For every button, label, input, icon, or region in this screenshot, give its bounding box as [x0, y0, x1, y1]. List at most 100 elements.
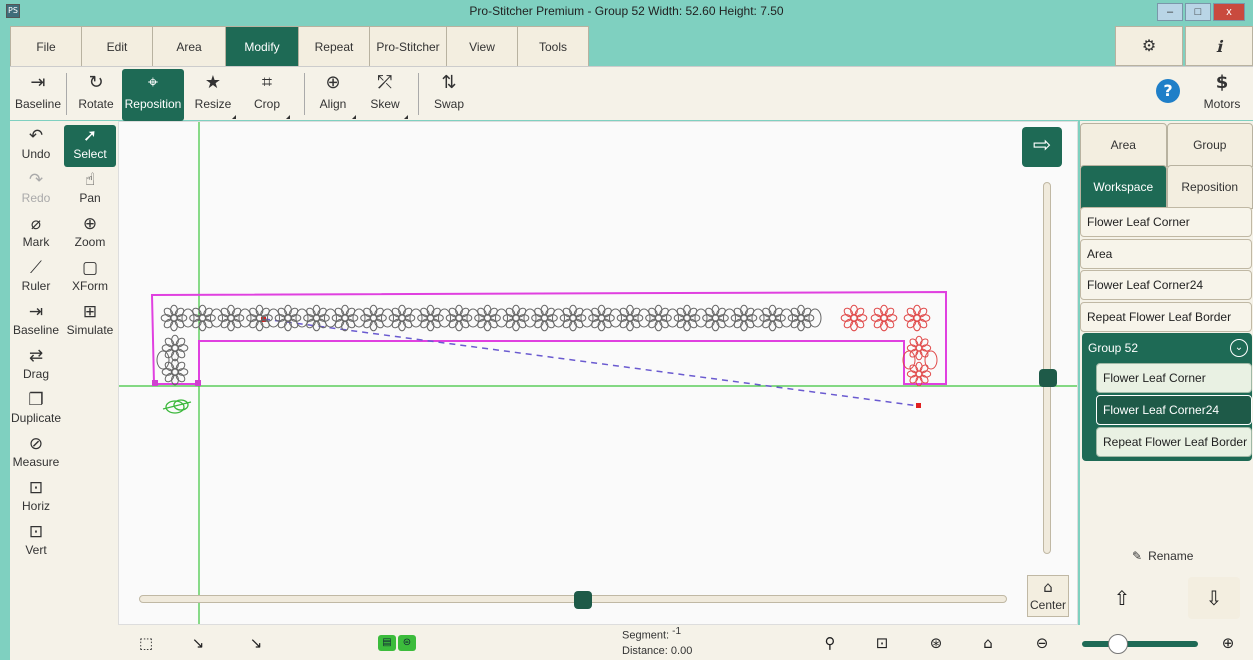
home-icon[interactable]: ⌂ — [974, 631, 1002, 657]
swap-button[interactable]: ⇅ Swap — [424, 69, 474, 121]
leaf-motif — [666, 308, 679, 328]
vertical-slider[interactable] — [1043, 182, 1051, 554]
list-item[interactable]: Flower Leaf Corner24 — [1080, 270, 1252, 300]
stitch-icon: ▤ — [378, 635, 396, 651]
zoom-in-icon[interactable]: ⊕ — [1214, 631, 1242, 657]
center-button[interactable]: ⌂ Center — [1027, 575, 1069, 617]
vertical-slider-thumb[interactable] — [1039, 369, 1057, 387]
tab-area[interactable]: Area — [152, 26, 226, 66]
expand-arrow-button[interactable]: ⇨ — [1022, 127, 1062, 167]
flower-motif — [161, 334, 189, 362]
baseline-button[interactable]: ⇥ Baseline — [14, 69, 62, 121]
stitch-status-icons[interactable]: ▤ ⊜ — [378, 635, 418, 651]
mark-button[interactable]: ⌀ Mark — [10, 213, 62, 255]
star-icon: ★ — [204, 72, 222, 93]
tab-pro-stitcher[interactable]: Pro-Stitcher — [369, 26, 447, 66]
flower-motif — [160, 304, 188, 332]
tab-area[interactable]: Area — [1080, 123, 1167, 167]
list-item[interactable]: Repeat Flower Leaf Border — [1080, 302, 1252, 332]
zoom-picture-icon[interactable]: ⊡ — [868, 631, 896, 657]
leaf-motif — [238, 308, 252, 328]
selection-handle — [152, 380, 158, 386]
design-canvas[interactable]: ⇨ ⌂ Center — [118, 121, 1078, 625]
list-item[interactable]: Flower Leaf Corner — [1080, 207, 1252, 237]
undo-button[interactable]: ↶ Undo — [10, 125, 62, 167]
tab-tools[interactable]: Tools — [517, 26, 589, 66]
swap-icon: ⇅ — [441, 72, 457, 93]
tab-workspace[interactable]: Workspace — [1080, 165, 1167, 209]
horizontal-slider-thumb[interactable] — [574, 591, 592, 609]
xform-button[interactable]: ▢ XForm — [64, 257, 116, 299]
list-item[interactable]: Area — [1080, 239, 1252, 269]
resize-button[interactable]: ★ Resize — [188, 69, 238, 121]
sewing-icon: ⊜ — [398, 635, 416, 651]
simulate-button[interactable]: ⊞ Simulate — [64, 301, 116, 343]
tab-file[interactable]: File — [10, 26, 82, 66]
home-icon: ⌂ — [1043, 578, 1053, 596]
motors-button[interactable]: $ Motors — [1196, 69, 1248, 121]
tab-edit[interactable]: Edit — [81, 26, 153, 66]
zoom-icon: ⊕ — [82, 214, 98, 234]
info-icon[interactable]: ℹ — [1185, 26, 1253, 66]
move-up-button[interactable]: ⇧ — [1096, 577, 1148, 619]
rename-button[interactable]: ✎ Rename — [1132, 549, 1193, 563]
redo-button[interactable]: ↷ Redo — [10, 169, 62, 211]
zoom-slider[interactable] — [1082, 641, 1198, 647]
baseline-tool-button[interactable]: ⇥ Baseline — [10, 301, 62, 343]
skew-button[interactable]: ⤱ Skew — [360, 69, 410, 121]
gear-icon[interactable]: ⚙ — [1115, 26, 1183, 66]
select-start-icon[interactable]: ↘ — [184, 631, 212, 657]
zoom-out-icon[interactable]: ⊖ — [1028, 631, 1056, 657]
crop-button[interactable]: ⌗ Crop — [242, 69, 292, 121]
leaf-motif — [723, 308, 736, 328]
zoom-button[interactable]: ⊕ Zoom — [64, 213, 116, 255]
group-child-item[interactable]: Flower Leaf Corner — [1096, 363, 1252, 393]
zoom-fit-icon[interactable]: ⚲ — [816, 631, 844, 657]
vert-lock-button[interactable]: ⊡ Vert — [10, 521, 62, 563]
tab-view[interactable]: View — [446, 26, 518, 66]
minimize-button[interactable]: – — [1157, 3, 1183, 21]
drag-button[interactable]: ⇄ Drag — [10, 345, 62, 387]
group-item[interactable]: Group 52 ⌄ Flower Leaf Corner Flower Lea… — [1082, 333, 1252, 461]
tab-group[interactable]: Group — [1166, 123, 1253, 167]
select-button[interactable]: ➚ Select — [64, 125, 116, 167]
leaf-motif — [694, 308, 708, 328]
align-button[interactable]: ⊕ Align — [308, 69, 358, 121]
ruler-button[interactable]: ⟋ Ruler — [10, 257, 62, 299]
tab-repeat[interactable]: Repeat — [298, 26, 370, 66]
modify-toolbar: ⇥ Baseline ↻ Rotate ⌖ Reposition ★ Resiz… — [10, 66, 1253, 121]
leaf-motif — [352, 308, 366, 328]
redo-icon: ↷ — [28, 170, 44, 190]
maximize-button[interactable]: □ — [1185, 3, 1211, 21]
help-button[interactable]: ? — [1148, 69, 1188, 121]
measure-button[interactable]: ⊘ Measure — [10, 433, 62, 475]
corner-flowers — [840, 304, 938, 387]
horizontal-slider[interactable] — [139, 595, 1007, 603]
tab-modify[interactable]: Modify — [225, 26, 299, 66]
horiz-lock-button[interactable]: ⊡ Horiz — [10, 477, 62, 519]
rotate-button[interactable]: ↻ Rotate — [72, 69, 120, 121]
dropdown-corner-icon — [404, 115, 408, 119]
pan-button[interactable]: ☝ Pan — [64, 169, 116, 211]
dropdown-corner-icon — [286, 115, 290, 119]
close-button[interactable]: x — [1213, 3, 1245, 21]
crop-icon: ⌗ — [261, 72, 273, 93]
reposition-button[interactable]: ⌖ Reposition — [122, 69, 184, 121]
select-arrow-icon[interactable]: ⬚ — [132, 631, 160, 657]
duplicate-button[interactable]: ❐ Duplicate — [10, 389, 62, 431]
select-end-icon[interactable]: ↘ — [242, 631, 270, 657]
leaf-motif — [156, 350, 170, 370]
leaf-motif — [181, 308, 195, 328]
chevron-down-icon[interactable]: ⌄ — [1230, 339, 1248, 357]
group-child-item-selected[interactable]: Flower Leaf Corner24 — [1096, 395, 1252, 425]
leaf-motif — [552, 308, 565, 328]
move-down-button[interactable]: ⇩ — [1188, 577, 1240, 619]
group-child-item[interactable]: Repeat Flower Leaf Border — [1096, 427, 1252, 457]
drag-icon: ⇄ — [28, 346, 44, 366]
title-bar: PS Pro-Stitcher Premium - Group 52 Width… — [0, 0, 1253, 24]
zoom-slider-thumb[interactable] — [1108, 634, 1128, 654]
tab-reposition[interactable]: Reposition — [1166, 165, 1253, 209]
dropdown-corner-icon — [232, 115, 236, 119]
baseline-icon: ⇥ — [30, 72, 46, 93]
zoom-actual-icon[interactable]: ⊛ — [922, 631, 950, 657]
